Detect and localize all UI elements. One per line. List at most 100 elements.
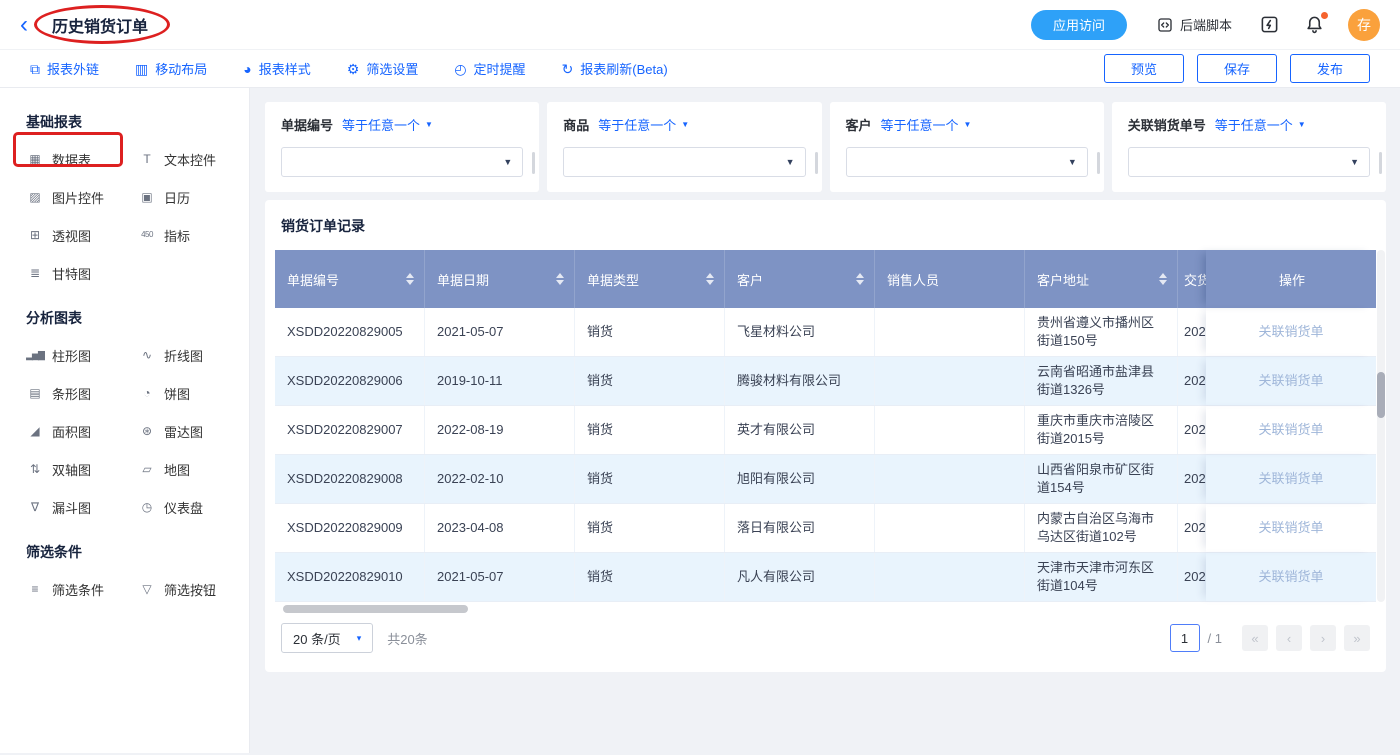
preview-button[interactable]: 预览 [1104,54,1184,83]
operator-label: 等于任意一个 [342,115,420,134]
col-customer-address[interactable]: 客户地址 [1025,250,1178,308]
sort-icon[interactable] [1159,273,1167,285]
filter-operator-dropdown[interactable]: 等于任意一个 ▼ [1215,115,1306,134]
filter-condition-icon: ≡ [26,583,44,595]
chevron-down-icon: ▼ [1068,157,1077,167]
related-sales-order-link[interactable]: 关联销货单 [1206,455,1376,503]
sidebar-item-pivot-view[interactable]: ⊞ 透视图 [26,226,138,244]
publish-button[interactable]: 发布 [1290,54,1370,83]
sidebar-item-column-chart[interactable]: ▂▅▇ 柱形图 [26,346,138,364]
sidebar-item-bar-chart[interactable]: ▤ 条形图 [26,384,138,402]
horizontal-scrollbar-thumb[interactable] [283,605,468,613]
sidebar-item-filter-button[interactable]: ▽ 筛选按钮 [138,580,229,598]
menu-report-external-link[interactable]: ⧉ 报表外链 [30,59,99,78]
avatar[interactable]: 存 [1348,9,1380,41]
menu-report-style[interactable]: ◕ 报表样式 [243,59,310,78]
save-button[interactable]: 保存 [1197,54,1277,83]
sidebar-item-gantt[interactable]: ≣ 甘特图 [26,264,138,282]
sort-icon[interactable] [856,273,864,285]
filter-value-select[interactable]: ▼ [1128,147,1370,177]
related-sales-order-link[interactable]: 关联销货单 [1206,504,1376,552]
backend-script-label: 后端脚本 [1180,15,1232,34]
last-page-button[interactable]: » [1344,625,1370,651]
menu-label: 报表刷新(Beta) [580,59,667,78]
filter-operator-dropdown[interactable]: 等于任意一个 ▼ [598,115,689,134]
col-delivery-date[interactable]: 交货日期 [1178,250,1206,308]
sidebar-item-calendar[interactable]: ▣ 日历 [138,188,229,206]
image-widget-icon: ▨ [26,191,44,203]
related-sales-order-link[interactable]: 关联销货单 [1206,406,1376,454]
col-doc-date[interactable]: 单据日期 [425,250,575,308]
filters-row: 单据编号 等于任意一个 ▼ ▼ 商品 等于任意一个 ▼ [265,102,1386,192]
menu-report-refresh[interactable]: ↻ 报表刷新(Beta) [562,59,668,78]
menu-mobile-layout[interactable]: ▥ 移动布局 [135,59,207,78]
current-page-input[interactable]: 1 [1170,624,1200,652]
page-size-select[interactable]: 20 条/页 ▾ [281,623,373,653]
filter-conditions-grid: ≡ 筛选条件 ▽ 筛选按钮 [26,580,229,598]
cell-salesperson [875,455,1025,503]
sort-icon[interactable] [706,273,714,285]
sidebar-item-funnel-chart[interactable]: ∇ 漏斗图 [26,498,138,516]
chevron-down-icon: ▾ [357,633,362,644]
related-sales-order-link[interactable]: 关联销货单 [1206,553,1376,601]
operator-label: 等于任意一个 [881,115,959,134]
col-salesperson[interactable]: 销售人员 [875,250,1025,308]
sidebar-item-data-table[interactable]: ▦ 数据表 [26,150,138,168]
filter-operator-dropdown[interactable]: 等于任意一个 ▼ [342,115,433,134]
sort-icon[interactable] [556,273,564,285]
sidebar-item-filter-condition[interactable]: ≡ 筛选条件 [26,580,138,598]
api-icon[interactable] [1260,15,1279,34]
horizontal-scrollbar[interactable] [275,605,1376,613]
filter-value-select[interactable]: ▼ [846,147,1088,177]
filter-operator-dropdown[interactable]: 等于任意一个 ▼ [881,115,972,134]
backend-script-button[interactable]: 后端脚本 [1157,15,1232,34]
sidebar-item-radar-chart[interactable]: ⊛ 雷达图 [138,422,229,440]
gantt-icon: ≣ [26,267,44,279]
col-doc-no[interactable]: 单据编号 [275,250,425,308]
cell-delivery-date: 202 [1178,504,1206,552]
related-sales-order-link[interactable]: 关联销货单 [1206,357,1376,405]
menu-filter-settings[interactable]: ⚙ 筛选设置 [347,59,419,78]
sidebar-item-image-widget[interactable]: ▨ 图片控件 [26,188,138,206]
app-access-button[interactable]: 应用访问 [1031,10,1127,40]
cell-salesperson [875,357,1025,405]
sidebar-item-pie-chart[interactable]: ◔ 饼图 [138,384,229,402]
filter-card-related-sales-no: 关联销货单号 等于任意一个 ▼ ▼ [1112,102,1386,192]
sort-icon[interactable] [406,273,414,285]
cell-customer: 落日有限公司 [725,504,875,552]
sidebar-item-text-widget[interactable]: T 文本控件 [138,150,229,168]
first-page-button[interactable]: « [1242,625,1268,651]
clock-icon: ◴ [454,62,466,76]
sidebar-item-dual-axis-chart[interactable]: ⇅ 双轴图 [26,460,138,478]
sidebar-item-map-chart[interactable]: ▱ 地图 [138,460,229,478]
col-doc-type[interactable]: 单据类型 [575,250,725,308]
item-label: 雷达图 [164,422,203,441]
top-bar: ‹ 历史销货订单 应用访问 后端脚本 存 [0,0,1400,50]
sidebar-item-line-chart[interactable]: ∿ 折线图 [138,346,229,364]
data-table-icon: ▦ [26,153,44,165]
cell-customer-address: 重庆市重庆市涪陵区街道2015号 [1025,406,1178,454]
cell-doc-type: 销货 [575,308,725,356]
sidebar-item-indicator[interactable]: 450 指标 [138,226,229,244]
vertical-scrollbar[interactable] [1377,250,1385,602]
notification-bell-icon[interactable] [1305,15,1324,34]
cell-doc-no: XSDD20220829010 [275,553,425,601]
related-sales-order-link[interactable]: 关联销货单 [1206,308,1376,356]
menu-scheduled-reminder[interactable]: ◴ 定时提醒 [454,59,525,78]
vertical-scrollbar-thumb[interactable] [1377,372,1385,418]
operator-label: 等于任意一个 [598,115,676,134]
sidebar-item-gauge-chart[interactable]: ◷ 仪表盘 [138,498,229,516]
table-row: XSDD20220829009 2023-04-08 销货 落日有限公司 内蒙古… [275,504,1376,553]
sidebar-item-area-chart[interactable]: ◢ 面积图 [26,422,138,440]
item-label: 数据表 [52,150,91,169]
next-page-button[interactable]: › [1310,625,1336,651]
filter-value-select[interactable]: ▼ [281,147,523,177]
col-customer[interactable]: 客户 [725,250,875,308]
back-icon[interactable]: ‹ [20,13,40,37]
cell-doc-date: 2022-02-10 [425,455,575,503]
filter-value-select[interactable]: ▼ [563,147,805,177]
pagination: 20 条/页 ▾ 共20条 1 / 1 « ‹ › » [275,613,1376,663]
report-style-icon: ◕ [243,62,251,76]
section-title-basic-reports: 基础报表 [26,112,229,132]
prev-page-button[interactable]: ‹ [1276,625,1302,651]
